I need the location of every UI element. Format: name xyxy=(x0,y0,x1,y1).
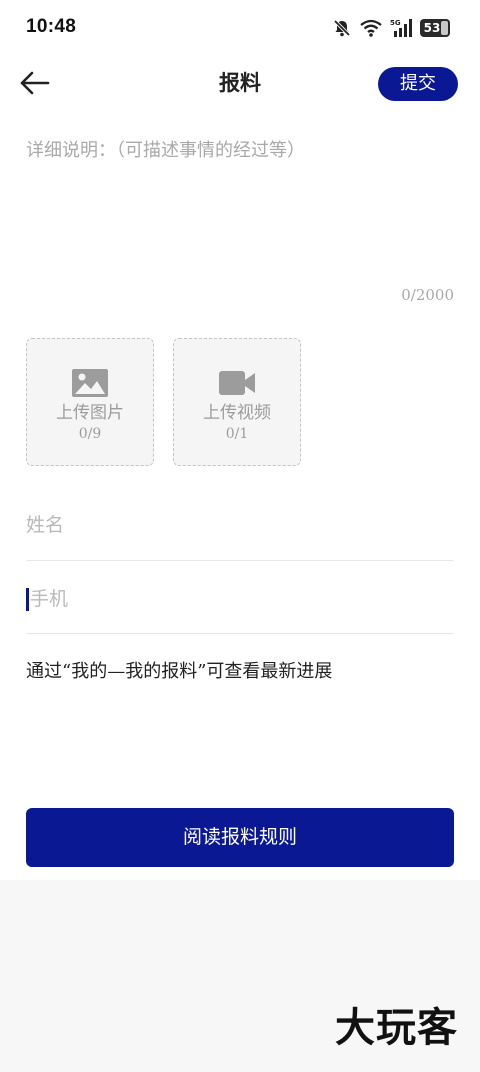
mute-icon xyxy=(333,19,351,37)
divider xyxy=(26,560,454,561)
status-bar: 10:48 5G 53 xyxy=(0,0,480,56)
submit-button[interactable]: 提交 xyxy=(378,67,458,101)
video-camera-icon xyxy=(219,371,255,395)
upload-video-count: 0/1 xyxy=(225,426,249,442)
progress-hint: 通过“我的—我的报料”可查看最新进展 xyxy=(26,661,333,682)
svg-text:5G: 5G xyxy=(390,19,401,27)
image-icon xyxy=(72,369,108,397)
divider xyxy=(26,633,454,634)
upload-video-label: 上传视频 xyxy=(203,403,271,423)
status-time: 10:48 xyxy=(26,16,77,37)
upload-image-label: 上传图片 xyxy=(56,403,124,423)
app-header: 报料 提交 xyxy=(0,56,480,112)
name-field[interactable] xyxy=(26,505,454,545)
battery-icon: 53 xyxy=(420,19,450,37)
arrow-left-icon xyxy=(20,71,50,95)
upload-image-count: 0/9 xyxy=(78,426,102,442)
signal-icon: 5G xyxy=(390,19,412,37)
description-input[interactable] xyxy=(26,134,454,274)
read-rules-button[interactable]: 阅读报料规则 xyxy=(26,808,454,867)
char-counter: 0/2000 xyxy=(401,286,454,304)
watermark-logo: 大玩客 xyxy=(335,1005,458,1051)
upload-video-button[interactable]: 上传视频 0/1 xyxy=(173,338,301,466)
battery-level: 53 xyxy=(423,21,441,35)
upload-image-button[interactable]: 上传图片 0/9 xyxy=(26,338,154,466)
phone-field[interactable] xyxy=(26,579,454,619)
wifi-icon xyxy=(360,19,382,37)
status-icons: 5G 53 xyxy=(332,17,450,39)
back-button[interactable] xyxy=(18,68,52,98)
